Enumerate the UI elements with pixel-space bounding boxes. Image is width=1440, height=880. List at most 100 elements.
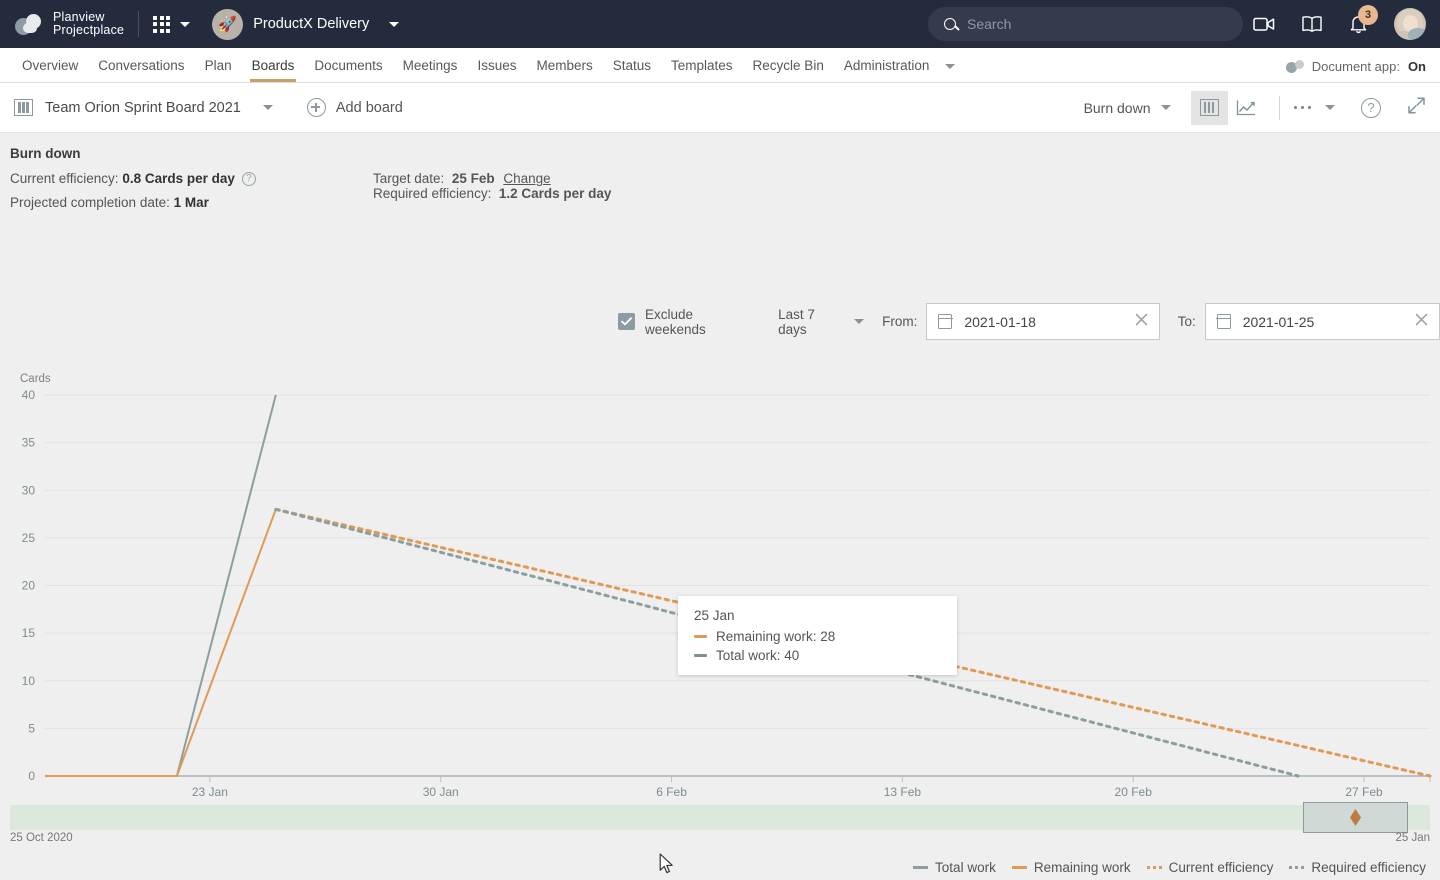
legend-label: Current efficiency (1168, 860, 1274, 875)
logo-line-2: Projectplace (53, 23, 125, 37)
projected-completion-label: Projected completion date: (10, 195, 170, 210)
legend-swatch (1146, 866, 1162, 869)
panel-title: Burn down (10, 146, 81, 161)
chart-view-button[interactable] (1227, 90, 1265, 125)
to-label: To: (1177, 314, 1196, 329)
tooltip-row-remaining: Remaining work: 28 (694, 629, 941, 644)
projected-completion-value: 1 Mar (173, 195, 209, 210)
legend-label: Remaining work (1033, 860, 1131, 875)
nav-item-documents[interactable]: Documents (304, 58, 392, 82)
help-icon[interactable]: ? (1361, 97, 1381, 118)
nav-item-members[interactable]: Members (526, 58, 602, 82)
notification-badge: 3 (1358, 5, 1378, 25)
slider-track[interactable] (10, 805, 1430, 830)
book-icon[interactable] (1301, 15, 1323, 33)
svg-text:25: 25 (22, 531, 36, 545)
add-board-label: Add board (335, 99, 403, 116)
chart-type-selector[interactable]: Burn down (1084, 100, 1171, 116)
board-view-button[interactable] (1190, 90, 1228, 125)
document-app-toggle[interactable]: Document app: On (1285, 59, 1426, 74)
legend-label: Required efficiency (1311, 860, 1426, 875)
tooltip-total-label: Total work: 40 (716, 648, 800, 663)
chart-line-icon (1236, 100, 1255, 115)
legend-item-total-work[interactable]: Total work (913, 860, 996, 875)
document-app-cloud-icon (1285, 60, 1304, 73)
projected-completion-row: Projected completion date: 1 Mar (10, 195, 256, 210)
fullscreen-expand-icon[interactable] (1407, 96, 1426, 120)
board-chevron-down-icon[interactable] (262, 105, 273, 110)
more-options-button[interactable] (1293, 105, 1311, 110)
from-date-field[interactable]: 2021-01-18 (926, 303, 1160, 340)
legend-item-required-efficiency[interactable]: Required efficiency (1289, 860, 1426, 875)
legend-swatch (1011, 866, 1027, 869)
tooltip-date: 25 Jan (694, 608, 735, 623)
search-input[interactable]: Search (928, 7, 1243, 41)
nav-item-recycle-bin[interactable]: Recycle Bin (743, 58, 834, 82)
notifications-bell-icon[interactable]: 3 (1349, 5, 1378, 34)
svg-text:27 Feb: 27 Feb (1345, 785, 1383, 799)
current-efficiency-row: Current efficiency: 0.8 Cards per day ? (10, 171, 256, 186)
nav-more-chevron-down-icon[interactable] (945, 64, 956, 69)
svg-text:30 Jan: 30 Jan (423, 785, 459, 799)
calendar-icon (1216, 314, 1231, 329)
legend-swatch (1289, 866, 1305, 869)
planview-logo[interactable]: Planview Projectplace (14, 10, 125, 38)
to-date-field[interactable]: 2021-01-25 (1204, 303, 1440, 340)
slider-handle[interactable] (1303, 802, 1408, 833)
chart-tooltip: 25 Jan Remaining work: 28 Total work: 40 (678, 596, 957, 675)
svg-text:30: 30 (22, 483, 36, 497)
svg-text:20 Feb: 20 Feb (1115, 785, 1153, 799)
required-efficiency-label: Required efficiency: (373, 186, 492, 201)
document-app-state: On (1407, 59, 1426, 74)
from-date-clear-icon[interactable] (1135, 313, 1148, 331)
board-selector[interactable]: Team Orion Sprint Board 2021 (14, 99, 273, 116)
date-range-chevron-down-icon[interactable] (854, 319, 865, 324)
apps-grid-icon[interactable] (153, 15, 171, 33)
chart-type-chevron-down-icon[interactable] (1160, 105, 1171, 110)
toolbar-divider (1278, 95, 1280, 120)
date-range-preset-selector[interactable]: Last 7 days (778, 307, 865, 337)
svg-text:5: 5 (28, 721, 35, 735)
slider-end-label: 25 Jan (1395, 832, 1430, 844)
nav-item-plan[interactable]: Plan (195, 58, 242, 82)
chart-svg[interactable]: 0 5 10 15 20 25 30 35 40 23 Jan 30 Jan 6 Feb 13 Feb… (0, 373, 1440, 813)
add-board-button[interactable]: Add board (306, 98, 403, 117)
search-placeholder: Search (967, 16, 1012, 32)
nav-item-status[interactable]: Status (603, 58, 661, 82)
svg-text:35: 35 (22, 436, 36, 450)
nav-item-templates[interactable]: Templates (661, 58, 743, 82)
tooltip-remaining-swatch (694, 635, 707, 638)
project-chevron-down-icon[interactable] (389, 21, 400, 27)
legend-label: Total work (935, 860, 996, 875)
legend-item-remaining-work[interactable]: Remaining work (1011, 860, 1131, 875)
current-efficiency-help-icon[interactable]: ? (241, 171, 256, 186)
target-date-row: Target date: 25 Feb Change (373, 171, 611, 186)
nav-item-administration[interactable]: Administration (834, 58, 940, 82)
to-date-clear-icon[interactable] (1415, 313, 1428, 331)
nav-item-overview[interactable]: Overview (12, 58, 88, 82)
stats-column-right: Target date: 25 Feb Change Required effi… (373, 171, 611, 201)
apps-chevron-down-icon[interactable] (180, 21, 191, 27)
legend-item-current-efficiency[interactable]: Current efficiency (1146, 860, 1274, 875)
more-options-chevron-down-icon[interactable] (1325, 105, 1335, 110)
top-bar-icons: 3 (1253, 0, 1426, 48)
plus-circle-icon (306, 98, 326, 117)
user-avatar[interactable] (1394, 8, 1426, 40)
exclude-weekends-label: Exclude weekends (645, 306, 706, 337)
project-name: ProductX Delivery (253, 16, 370, 32)
nav-item-issues[interactable]: Issues (467, 58, 526, 82)
x-axis-ticks: 23 Jan 30 Jan 6 Feb 13 Feb 20 Feb 27 Feb (192, 776, 1431, 799)
svg-text:15: 15 (22, 626, 36, 640)
exclude-weekends-checkbox[interactable] (618, 313, 635, 330)
svg-text:0: 0 (28, 769, 35, 783)
svg-text:40: 40 (22, 388, 36, 402)
nav-item-meetings[interactable]: Meetings (393, 58, 468, 82)
divider (138, 11, 140, 37)
video-camera-icon[interactable] (1253, 16, 1275, 32)
nav-item-conversations[interactable]: Conversations (88, 58, 194, 82)
project-selector[interactable]: 🚀 ProductX Delivery (212, 8, 400, 40)
search-icon (944, 18, 956, 30)
chart-filters: Exclude weekends Last 7 days From: 2021-… (618, 303, 1440, 340)
nav-item-boards[interactable]: Boards (242, 58, 305, 82)
change-target-date-link[interactable]: Change (503, 171, 550, 186)
